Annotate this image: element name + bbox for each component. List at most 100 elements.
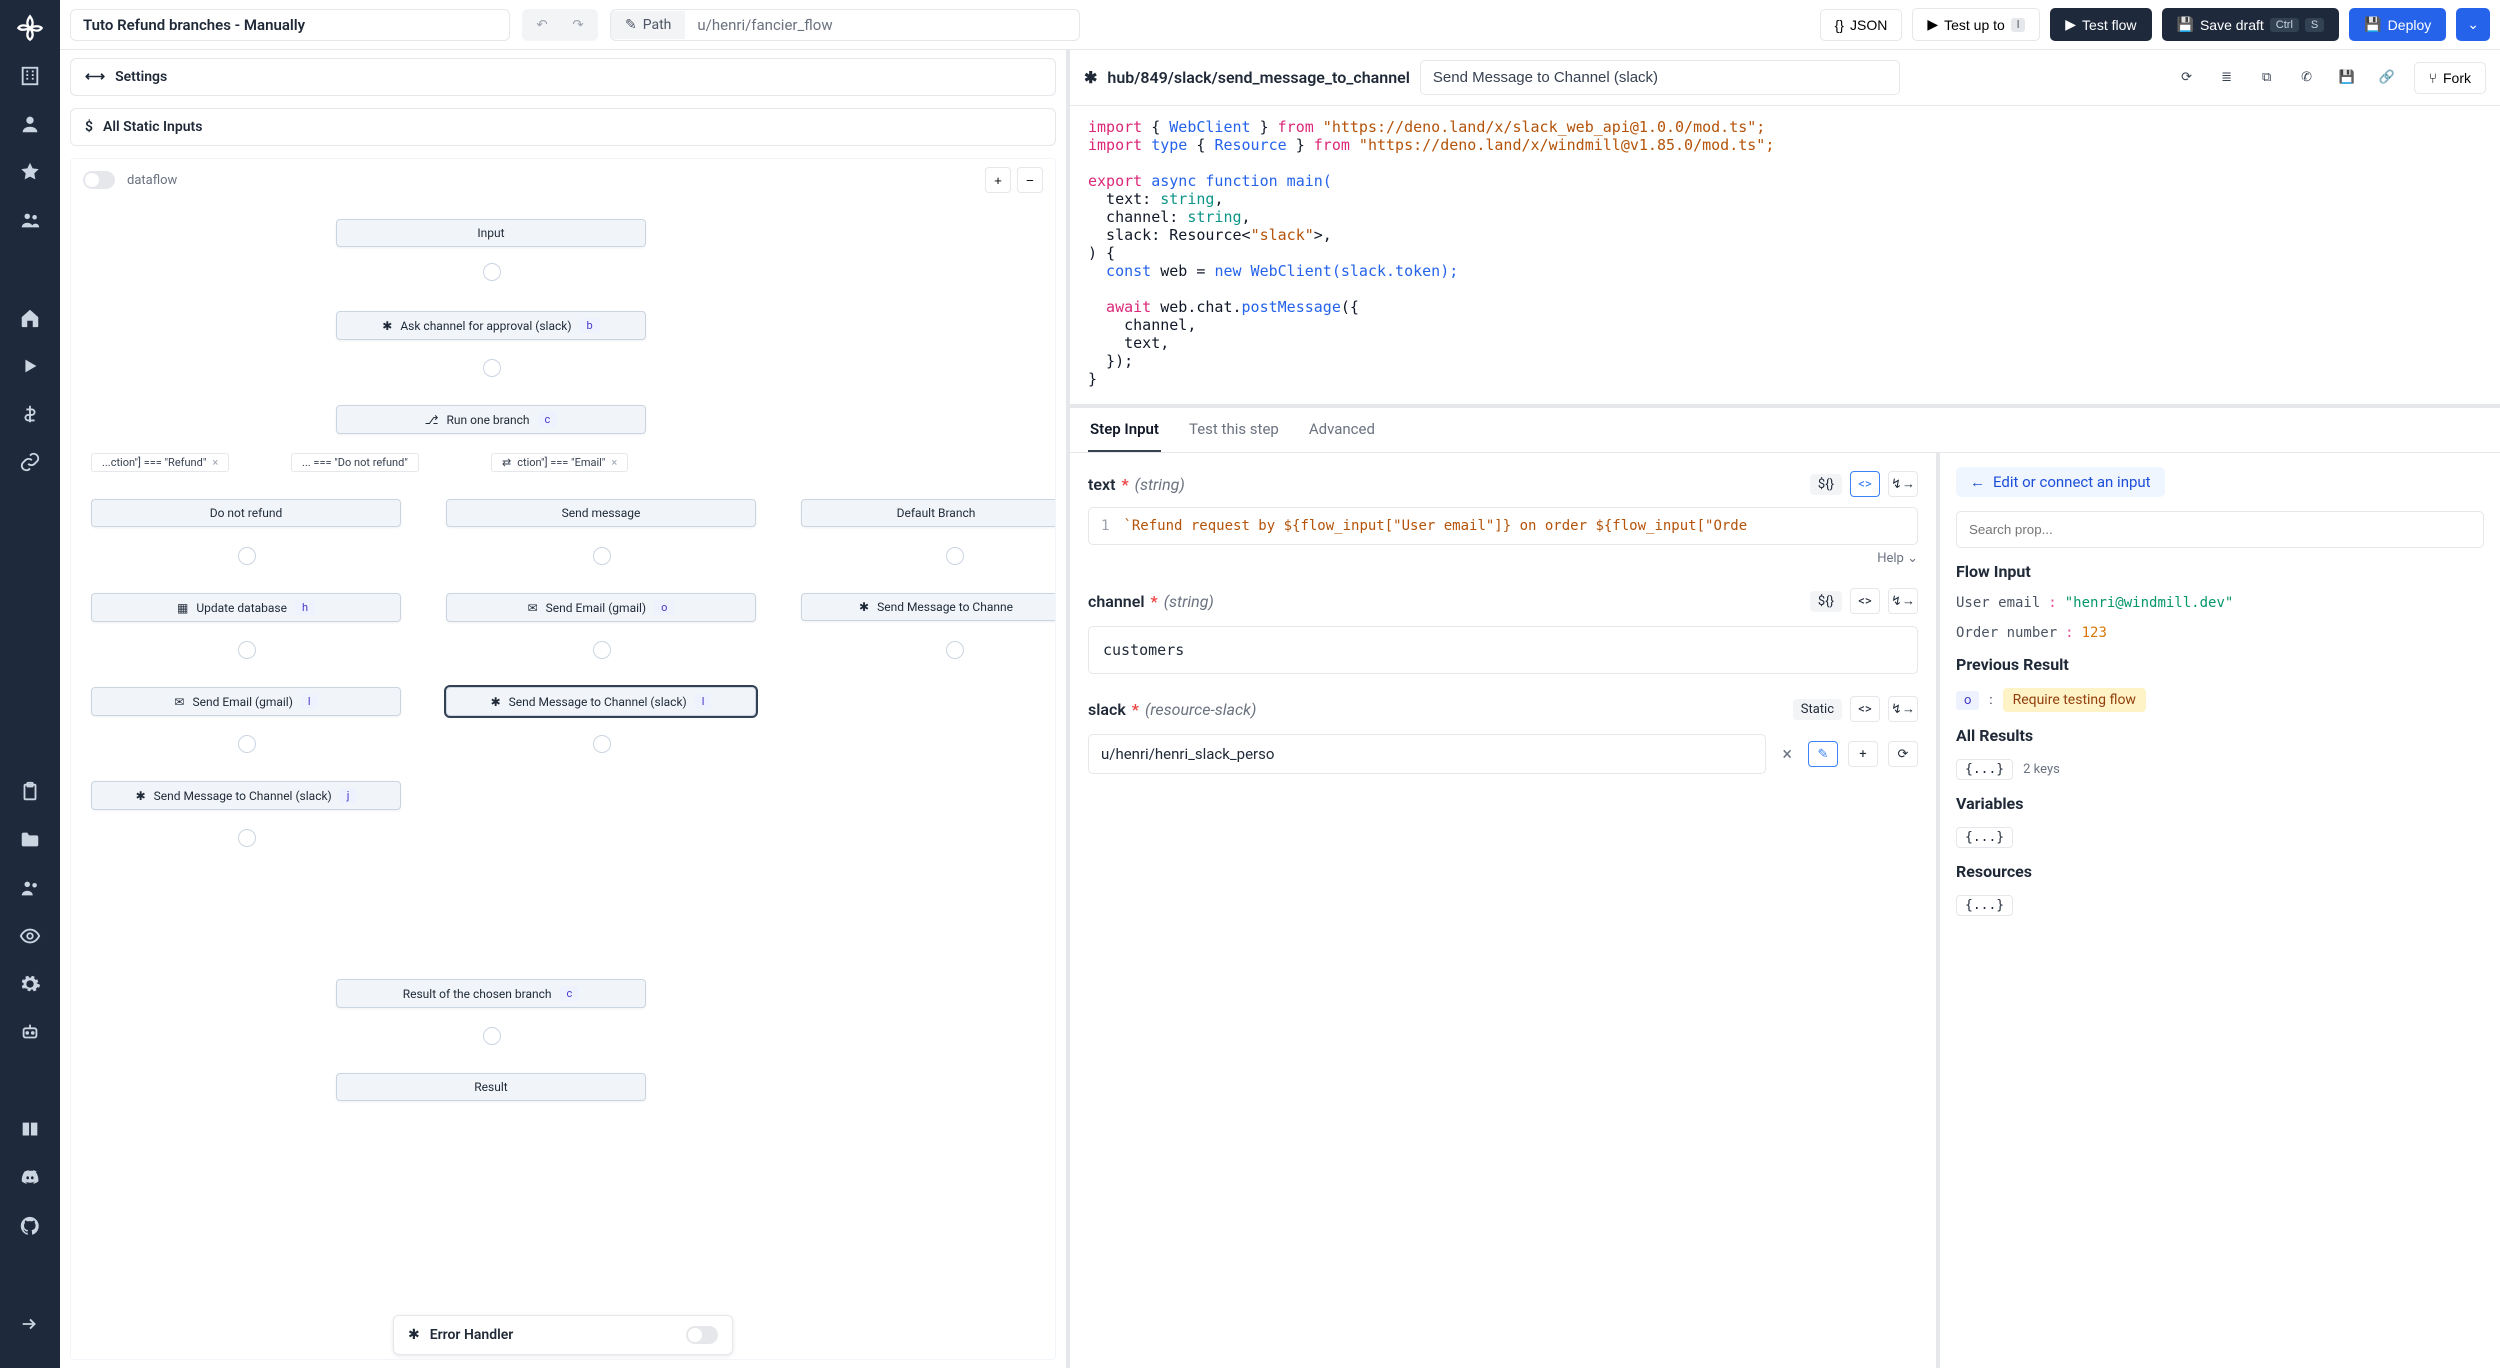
phone-icon[interactable]: ✆	[2294, 65, 2320, 91]
node-send-msg-l-selected[interactable]: ✱ Send Message to Channel (slack) l	[446, 687, 756, 716]
code-mode-button[interactable]: <>	[1850, 696, 1880, 722]
all-results-row[interactable]: {...} 2 keys	[1956, 759, 2484, 780]
close-icon[interactable]: ×	[212, 456, 218, 469]
book-icon[interactable]	[16, 1116, 44, 1144]
add-step-button[interactable]	[238, 735, 256, 753]
redo-button[interactable]: ↷	[562, 13, 594, 37]
building-icon[interactable]	[16, 62, 44, 90]
plug-button[interactable]: ↯→	[1888, 588, 1918, 614]
zoom-out-button[interactable]: −	[1017, 167, 1043, 193]
node-send-email-o[interactable]: ✉ Send Email (gmail) o	[446, 593, 756, 622]
tab-test-step[interactable]: Test this step	[1187, 408, 1281, 452]
edit-resource-button[interactable]: ✎	[1808, 741, 1838, 767]
branch-cond-no-refund[interactable]: ... === "Do not refund"	[291, 453, 419, 472]
code-editor[interactable]: import { WebClient } from "https://deno.…	[1070, 106, 2500, 408]
deploy-button[interactable]: 💾 Deploy	[2349, 8, 2446, 41]
add-step-button[interactable]	[593, 641, 611, 659]
add-step-button[interactable]	[946, 641, 964, 659]
help-link[interactable]: Help ⌄	[1088, 551, 1918, 566]
dollar-icon[interactable]	[16, 400, 44, 428]
kv-user-email[interactable]: User email : "henri@windmill.dev"	[1956, 595, 2484, 611]
reload-resource-button[interactable]: ⟳	[1888, 741, 1918, 767]
logo-icon[interactable]	[16, 14, 44, 42]
node-default-branch[interactable]: Default Branch	[801, 499, 1056, 527]
error-handler-bar[interactable]: ✱ Error Handler	[393, 1315, 733, 1355]
plug-button[interactable]: ↯→	[1888, 696, 1918, 722]
node-result-chosen[interactable]: Result of the chosen branch c	[336, 979, 646, 1008]
node-result[interactable]: Result	[336, 1073, 646, 1101]
link-icon[interactable]	[16, 448, 44, 476]
node-input[interactable]: Input	[336, 219, 646, 247]
step-summary-input[interactable]	[1420, 60, 1900, 95]
settings-row[interactable]: ⟷ Settings	[70, 58, 1056, 96]
collapse-icon[interactable]	[16, 1310, 44, 1338]
tab-step-input[interactable]: Step Input	[1088, 408, 1161, 452]
node-update-db[interactable]: ▦ Update database h	[91, 593, 401, 622]
all-static-inputs-row[interactable]: $ All Static Inputs	[70, 108, 1056, 146]
resources-row[interactable]: {...}	[1956, 895, 2484, 916]
edit-connect-button[interactable]: ← Edit or connect an input	[1956, 467, 2165, 497]
clear-button[interactable]: ×	[1776, 744, 1798, 765]
static-badge[interactable]: Static	[1793, 699, 1842, 720]
clipboard-icon[interactable]	[16, 778, 44, 806]
add-resource-button[interactable]: +	[1848, 741, 1878, 767]
expr-mode-badge[interactable]: ${}	[1810, 591, 1842, 612]
node-do-not-refund[interactable]: Do not refund	[91, 499, 401, 527]
expr-mode-badge[interactable]: ${}	[1810, 474, 1842, 495]
close-icon[interactable]: ×	[611, 456, 617, 469]
test-up-to-button[interactable]: ▶ Test up to l	[1912, 8, 2040, 41]
add-step-button[interactable]	[946, 547, 964, 565]
channel-input[interactable]: customers	[1088, 626, 1918, 674]
save-icon[interactable]: 💾	[2334, 65, 2360, 91]
slack-resource-input[interactable]: u/henri/henri_slack_perso	[1088, 734, 1766, 774]
branch-cond-refund[interactable]: ...ction"] === "Refund"×	[91, 453, 229, 472]
eye-icon[interactable]	[16, 922, 44, 950]
add-step-button[interactable]	[238, 641, 256, 659]
json-button[interactable]: {} JSON	[1820, 9, 1903, 41]
node-send-email-l[interactable]: ✉ Send Email (gmail) l	[91, 687, 401, 716]
add-step-button[interactable]	[238, 547, 256, 565]
prev-result-row[interactable]: o : Require testing flow	[1956, 688, 2484, 712]
play-icon[interactable]	[16, 352, 44, 380]
path-field[interactable]: ✎ Path u/henri/fancier_flow	[610, 9, 1080, 41]
user-icon[interactable]	[16, 110, 44, 138]
code-mode-button[interactable]: <>	[1850, 588, 1880, 614]
discord-icon[interactable]	[16, 1164, 44, 1192]
node-send-message[interactable]: Send message	[446, 499, 756, 527]
add-step-button[interactable]	[483, 1027, 501, 1045]
gear-icon[interactable]	[16, 970, 44, 998]
code-mode-button[interactable]: <>	[1850, 471, 1880, 497]
kv-order-number[interactable]: Order number : 123	[1956, 625, 2484, 641]
error-handler-toggle[interactable]	[686, 1326, 718, 1344]
undo-button[interactable]: ↶	[526, 13, 558, 37]
link-icon[interactable]: 🔗	[2374, 65, 2400, 91]
star-icon[interactable]	[16, 158, 44, 186]
zoom-in-button[interactable]: +	[985, 167, 1011, 193]
team-icon[interactable]	[16, 874, 44, 902]
add-step-button[interactable]	[483, 359, 501, 377]
search-prop-input[interactable]	[1956, 511, 2484, 548]
add-step-button[interactable]	[593, 547, 611, 565]
deploy-more-button[interactable]: ⌄	[2456, 8, 2490, 41]
text-expression-input[interactable]: 1 `Refund request by ${flow_input["User …	[1088, 507, 1918, 545]
node-send-msg-j[interactable]: ✱ Send Message to Channel (slack) j	[91, 781, 401, 810]
refresh-icon[interactable]: ⟳	[2174, 65, 2200, 91]
add-step-button[interactable]	[593, 735, 611, 753]
plug-button[interactable]: ↯→	[1888, 471, 1918, 497]
list-icon[interactable]: ≣	[2214, 65, 2240, 91]
folder-icon[interactable]	[16, 826, 44, 854]
users-icon[interactable]	[16, 206, 44, 234]
copy-icon[interactable]: ⧉	[2254, 65, 2280, 91]
test-flow-button[interactable]: ▶ Test flow	[2050, 8, 2151, 41]
tab-advanced[interactable]: Advanced	[1307, 408, 1377, 452]
variables-row[interactable]: {...}	[1956, 827, 2484, 848]
flow-title-input[interactable]: Tuto Refund branches - Manually	[70, 9, 510, 41]
dataflow-toggle[interactable]	[83, 171, 115, 189]
save-draft-button[interactable]: 💾 Save draft Ctrl S	[2162, 8, 2340, 41]
add-step-button[interactable]	[483, 263, 501, 281]
node-send-msg-trunc[interactable]: ✱ Send Message to Channe	[801, 593, 1056, 621]
add-step-button[interactable]	[238, 829, 256, 847]
flow-canvas[interactable]: dataflow + − Input ✱ Ask channel for app…	[70, 158, 1056, 1360]
home-icon[interactable]	[16, 304, 44, 332]
robot-icon[interactable]	[16, 1018, 44, 1046]
